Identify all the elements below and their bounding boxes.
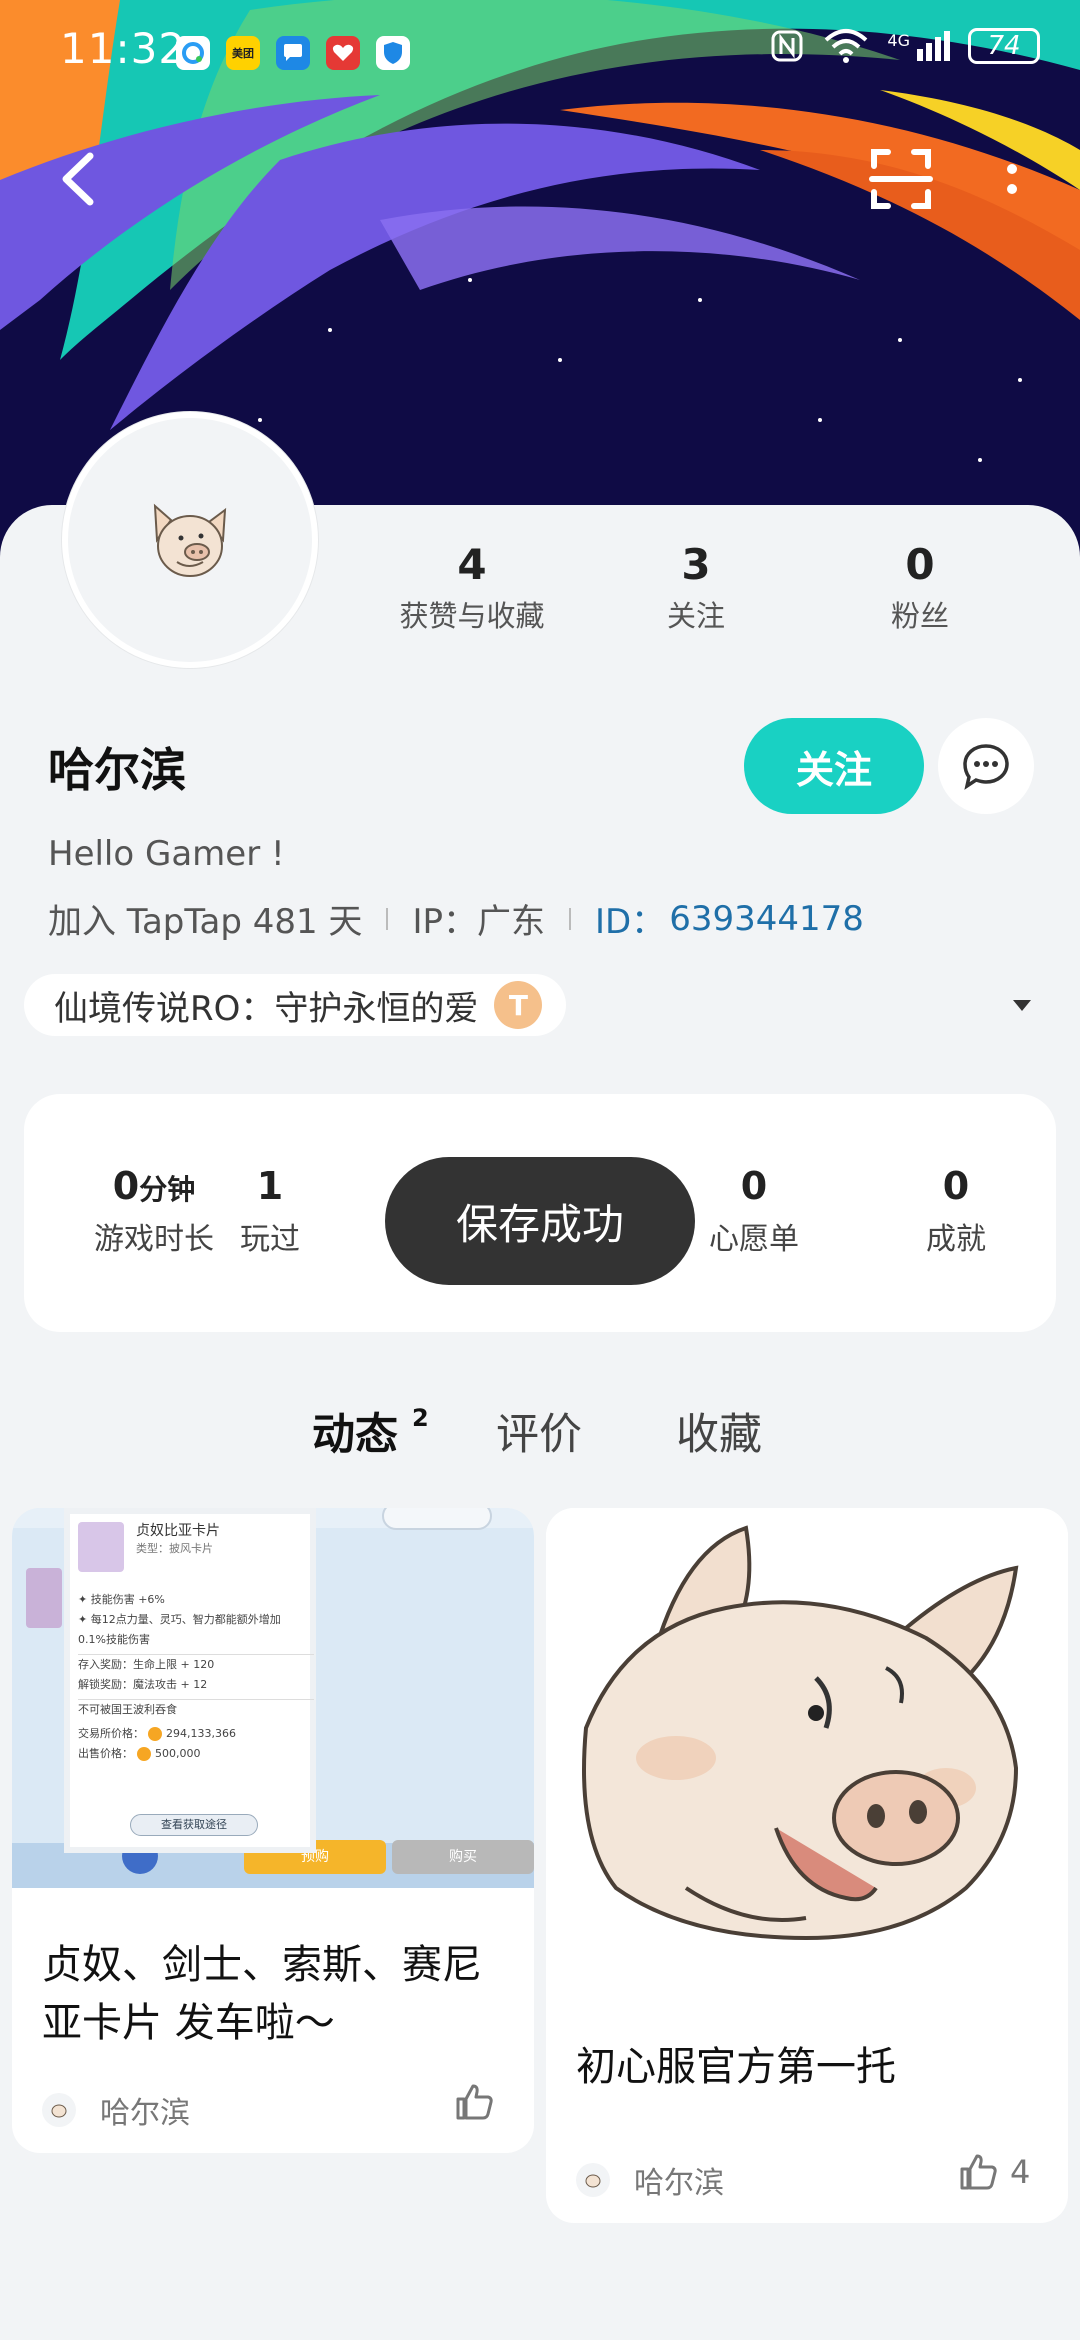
stat-following[interactable]: 3 关注 bbox=[586, 540, 806, 635]
post-thumbnail: 预购 购买 贞奴比亚卡片 类型：披风卡片 ✦ 技能伤害 +6% ✦ 每12点力量… bbox=[12, 1508, 534, 1888]
health-icon bbox=[326, 36, 360, 70]
status-right: 4G 74 bbox=[769, 28, 1040, 64]
profile-meta: 加入 TapTap 481 天 IP： 广东 ID： 639344178 bbox=[48, 894, 864, 943]
avatar[interactable] bbox=[62, 412, 318, 668]
cellular-signal-icon: 4G bbox=[887, 31, 950, 61]
like-button[interactable]: 4 bbox=[956, 2150, 1030, 2194]
divider bbox=[386, 907, 389, 930]
ip-label: IP： bbox=[412, 902, 477, 942]
status-bar: 11:32 美团 4G 74 bbox=[0, 0, 1080, 100]
stat-likes[interactable]: 4 获赞与收藏 bbox=[362, 540, 582, 635]
dropdown-caret-icon[interactable] bbox=[1013, 1000, 1031, 1011]
meituan-icon: 美团 bbox=[226, 36, 260, 70]
tab-posts-count: 2 bbox=[412, 1404, 429, 1432]
thumbs-up-icon bbox=[456, 2084, 493, 2120]
chat-bubble-icon bbox=[963, 744, 1009, 790]
post-thumbnail bbox=[546, 1508, 1068, 1968]
wifi-icon bbox=[825, 29, 868, 63]
like-button[interactable] bbox=[452, 2080, 496, 2124]
top-nav bbox=[0, 130, 1080, 230]
divider bbox=[568, 907, 571, 930]
pig-avatar-icon bbox=[153, 503, 227, 577]
post-card[interactable]: 预购 购买 贞奴比亚卡片 类型：披风卡片 ✦ 技能伤害 +6% ✦ 每12点力量… bbox=[12, 1508, 534, 2153]
tab-posts[interactable]: 动态 bbox=[312, 1400, 398, 1462]
back-arrow-icon bbox=[62, 152, 94, 206]
post-title: 贞奴、剑士、索斯、赛尼 亚卡片 发车啦～ bbox=[42, 1942, 482, 2046]
post-author[interactable]: 哈尔滨 bbox=[42, 2088, 190, 2132]
post-title: 初心服官方第一托 bbox=[576, 2044, 896, 2090]
thumbs-up-icon bbox=[960, 2154, 997, 2190]
bio: Hello Gamer ! bbox=[48, 834, 285, 874]
tab-reviews[interactable]: 评价 bbox=[496, 1400, 582, 1462]
pig-meme-image bbox=[576, 1525, 1038, 1948]
toast-message: 保存成功 bbox=[385, 1157, 695, 1285]
qq-browser-icon bbox=[176, 36, 210, 70]
follow-button[interactable]: 关注 bbox=[744, 718, 924, 814]
nfc-icon bbox=[771, 30, 803, 62]
post-author[interactable]: 哈尔滨 bbox=[576, 2158, 724, 2202]
scan-icon bbox=[869, 149, 933, 209]
notification-icons: 美团 bbox=[176, 36, 410, 70]
battery-indicator: 74 bbox=[968, 28, 1040, 64]
back-button[interactable] bbox=[48, 144, 118, 214]
post-card[interactable]: 初心服官方第一托 哈尔滨 4 bbox=[546, 1508, 1068, 2223]
more-options-button[interactable] bbox=[992, 144, 1032, 214]
stat-played[interactable]: 1 玩过 bbox=[180, 1164, 360, 1258]
joined-days: 加入 TapTap 481 天 bbox=[48, 902, 363, 942]
author-avatar bbox=[42, 2093, 76, 2127]
content-tabs: 动态 2 评价 收藏 bbox=[0, 1400, 1080, 1480]
author-avatar bbox=[576, 2163, 610, 2197]
stat-achievements[interactable]: 0 成就 bbox=[866, 1164, 1046, 1258]
like-count: 4 bbox=[1010, 2153, 1031, 2191]
username: 哈尔滨 bbox=[48, 743, 186, 797]
id-label: ID： bbox=[594, 902, 666, 942]
stat-followers[interactable]: 0 粉丝 bbox=[810, 540, 1030, 635]
scan-button[interactable] bbox=[866, 144, 936, 214]
tab-favorites[interactable]: 收藏 bbox=[676, 1400, 762, 1462]
message-button[interactable] bbox=[938, 718, 1034, 814]
status-time: 11:32 bbox=[60, 24, 187, 73]
security-icon bbox=[376, 36, 410, 70]
level-badge: T bbox=[494, 981, 543, 1029]
featured-game-tag[interactable]: 仙境传说RO：守护永恒的爱 T bbox=[24, 974, 567, 1036]
messages-icon bbox=[276, 36, 310, 70]
game-name: 仙境传说RO：守护永恒的爱 bbox=[54, 988, 479, 1029]
more-vertical-icon bbox=[1007, 164, 1017, 194]
ip-value: 广东 bbox=[476, 902, 545, 942]
user-id[interactable]: 639344178 bbox=[669, 899, 864, 939]
